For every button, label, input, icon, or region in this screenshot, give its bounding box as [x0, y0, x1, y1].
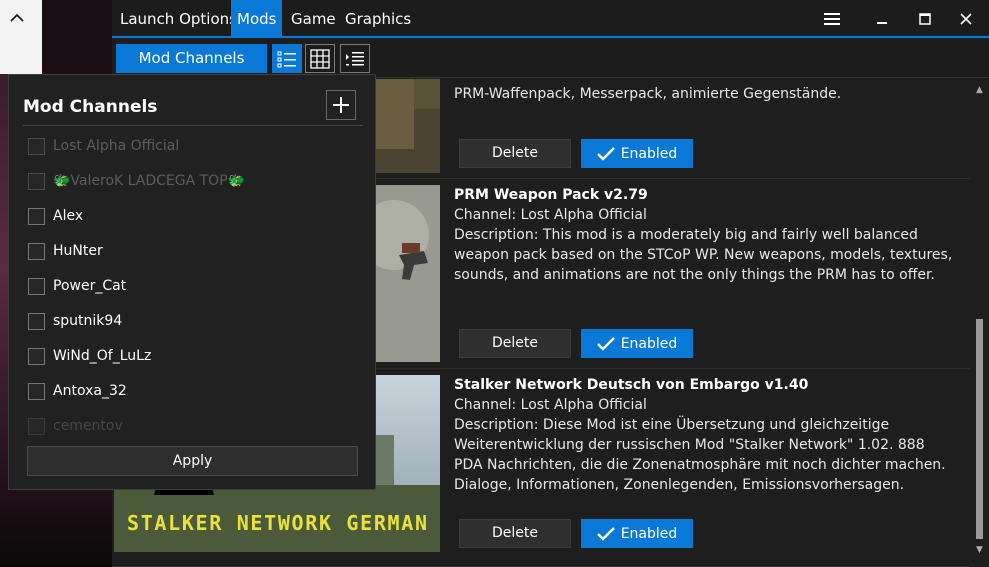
list-view-icon[interactable]	[272, 44, 302, 73]
divider	[23, 125, 363, 126]
checkbox[interactable]	[28, 277, 45, 295]
scrollbar-thumb[interactable]	[976, 319, 983, 539]
checkbox[interactable]	[28, 207, 45, 225]
channel-label: 🐲ValeroK LADCEGA TOP🐲	[53, 173, 246, 189]
enabled-label: Enabled	[620, 525, 678, 542]
checkbox[interactable]	[28, 172, 45, 190]
checkmark-icon	[596, 336, 615, 351]
menu-graphics[interactable]: Graphics	[339, 0, 417, 38]
delete-button[interactable]: Delete	[459, 139, 571, 168]
enabled-label: Enabled	[620, 335, 678, 352]
enabled-toggle[interactable]: Enabled	[581, 519, 693, 548]
channel-label: Antoxa_32	[53, 383, 127, 399]
details-view-icon[interactable]	[340, 44, 370, 73]
mod-channel: Channel: Lost Alpha Official	[454, 397, 647, 413]
chevron-up-icon[interactable]	[10, 8, 24, 27]
delete-button[interactable]: Delete	[459, 519, 571, 548]
popup-title: Mod Channels	[23, 97, 158, 117]
mod-title: Stalker Network Deutsch von Embargo v1.4…	[454, 377, 809, 393]
mod-description: PRM-Waffenpack, Messerpack, animierte Ge…	[454, 86, 842, 102]
checkbox[interactable]	[28, 347, 45, 365]
channel-label: Power_Cat	[53, 278, 127, 294]
mod-description: Description: This mod is a moderately bi…	[454, 227, 953, 283]
checkbox[interactable]	[28, 242, 45, 260]
channel-label: HuNter	[53, 243, 103, 259]
grid-view-icon[interactable]	[305, 44, 335, 73]
side-panel	[0, 0, 42, 74]
channel-item[interactable]: Lost Alpha Official	[28, 136, 179, 156]
svg-text:STALKER NETWORK GERMAN: STALKER NETWORK GERMAN	[127, 511, 427, 535]
channel-item[interactable]: Power_Cat	[28, 276, 126, 296]
mod-channels-button[interactable]: Mod Channels	[116, 44, 267, 73]
apply-button[interactable]: Apply	[27, 446, 358, 476]
toolbar: Mod Channels	[112, 40, 989, 78]
maximize-icon[interactable]	[911, 6, 939, 32]
channel-item[interactable]: 🐲ValeroK LADCEGA TOP🐲	[28, 171, 245, 191]
close-icon[interactable]	[952, 6, 980, 32]
checkbox[interactable]	[28, 382, 45, 400]
channel-item[interactable]: Antoxa_32	[28, 381, 127, 401]
minimize-icon[interactable]	[868, 6, 896, 32]
channel-label: sputnik94	[53, 313, 123, 329]
channel-label: cementov	[53, 418, 123, 434]
channel-item[interactable]: HuNter	[28, 241, 103, 261]
channel-label: Lost Alpha Official	[53, 138, 180, 154]
channel-item[interactable]: WiNd_Of_LuLz	[28, 346, 151, 366]
scroll-down-arrow-icon[interactable]: ▼	[974, 545, 985, 555]
mod-description: Description: Diese Mod ist eine Übersetz…	[454, 417, 946, 493]
add-channel-button[interactable]	[326, 90, 356, 120]
menu-mods[interactable]: Mods	[231, 0, 283, 38]
mod-title: PRM Weapon Pack v2.79	[454, 187, 648, 203]
hamburger-menu-icon[interactable]	[818, 6, 846, 32]
channel-item[interactable]: sputnik94	[28, 311, 122, 331]
enabled-toggle[interactable]: Enabled	[581, 139, 693, 168]
menu-bar: Launch Options Mods Game Graphics	[112, 0, 989, 38]
menu-launch-options[interactable]: Launch Options	[114, 0, 243, 38]
checkmark-icon	[596, 146, 615, 161]
checkbox[interactable]	[28, 137, 45, 155]
enabled-label: Enabled	[620, 145, 678, 162]
scroll-up-arrow-icon[interactable]: ▲	[974, 85, 985, 95]
checkmark-icon	[596, 526, 615, 541]
channel-item[interactable]: Alex	[28, 206, 83, 226]
checkbox[interactable]	[28, 417, 45, 435]
channel-item[interactable]: cementov	[28, 416, 123, 436]
channel-label: Alex	[53, 208, 84, 224]
checkbox[interactable]	[28, 312, 45, 330]
channel-label: WiNd_Of_LuLz	[53, 348, 152, 364]
scrollbar[interactable]: ▲ ▼	[970, 79, 989, 567]
delete-button[interactable]: Delete	[459, 329, 571, 358]
enabled-toggle[interactable]: Enabled	[581, 329, 693, 358]
mod-channels-popup: Mod Channels Lost Alpha Official 🐲Valero…	[8, 74, 376, 490]
menu-game[interactable]: Game	[285, 0, 342, 38]
plus-icon	[333, 97, 349, 113]
mod-channel: Channel: Lost Alpha Official	[454, 207, 647, 223]
